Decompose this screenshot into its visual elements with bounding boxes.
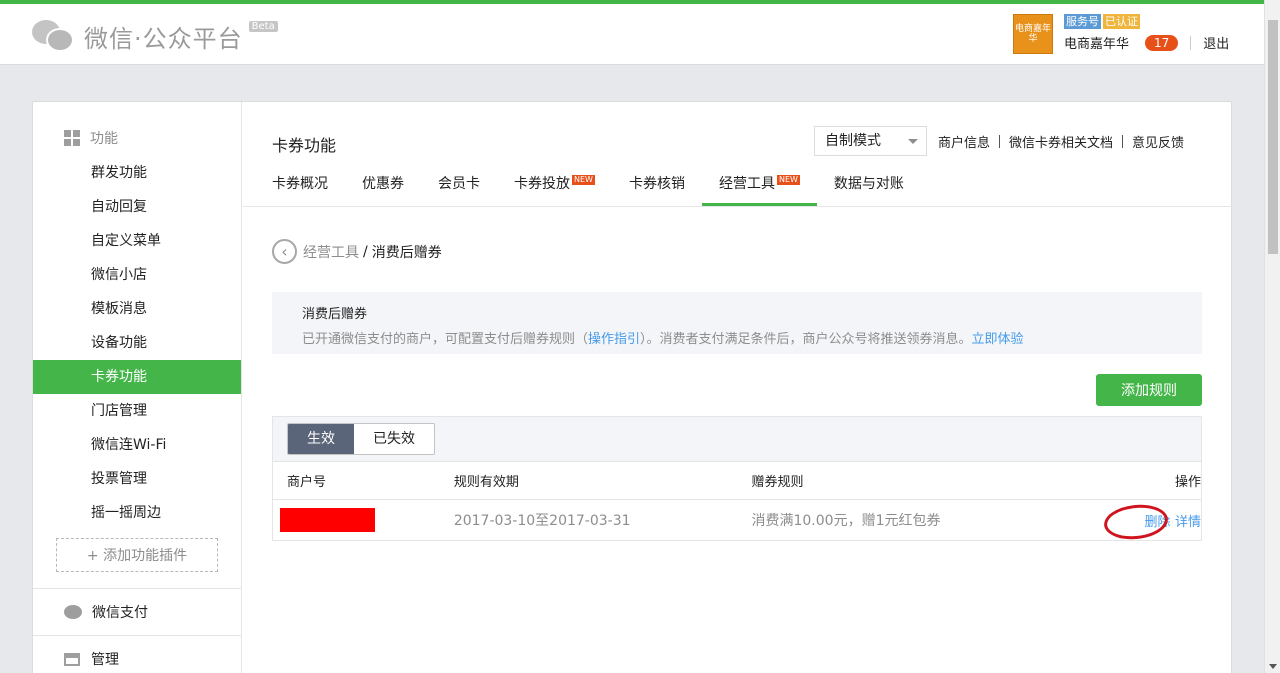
breadcrumb-separator: / (363, 243, 368, 260)
header-divider (1190, 35, 1192, 50)
breadcrumb: ‹ 经营工具 / 消费后赠券 (272, 239, 442, 264)
tab-coupons[interactable]: 优惠券 (345, 166, 421, 206)
scroll-down-arrow-icon[interactable] (1269, 664, 1277, 669)
wechat-logo[interactable]: 微信·公众平台 Beta (32, 18, 278, 54)
col-actions: 操作 (1174, 475, 1201, 490)
col-validity: 规则有效期 (453, 475, 519, 490)
card-docs-link[interactable]: 微信卡券相关文档 (1009, 132, 1113, 151)
wechat-pay-icon (64, 605, 82, 619)
add-rule-button[interactable]: 添加规则 (1096, 374, 1202, 406)
table-row: 2017-03-10至2017-03-31 消费满10.00元，赠1元红包券 删… (273, 500, 1201, 540)
sidebar-item-device[interactable]: 设备功能 (33, 326, 241, 360)
filter-active[interactable]: 生效 (288, 424, 354, 454)
sidebar-item-vote[interactable]: 投票管理 (33, 462, 241, 496)
tab-distribution[interactable]: 卡券投放 NEW (497, 166, 612, 206)
cell-validity: 2017-03-10至2017-03-31 (453, 513, 631, 529)
breadcrumb-current: 消费后赠券 (371, 244, 442, 261)
sidebar-section-label: 功能 (90, 131, 118, 147)
scrollbar-thumb[interactable] (1268, 20, 1278, 254)
sidebar-item-cards[interactable]: 卡券功能 (33, 360, 241, 394)
account-area: 电商嘉年华 服务号 已认证 电商嘉年华 17 退出 (1013, 14, 1229, 54)
logout-link[interactable]: 退出 (1203, 33, 1229, 52)
guide-link[interactable]: 操作指引 (588, 332, 640, 347)
sidebar-section-manage[interactable]: 管理 (33, 636, 241, 673)
sidebar-item-custom-menu[interactable]: 自定义菜单 (33, 224, 241, 258)
info-description: 已开通微信支付的商户，可配置支付后赠券规则（操作指引）。消费者支付满足条件后，商… (302, 332, 1024, 347)
sidebar-item-stores[interactable]: 门店管理 (33, 394, 241, 428)
redacted-merchant-id (280, 508, 375, 532)
filter-expired[interactable]: 已失效 (354, 424, 434, 454)
sidebar-item-wechat-store[interactable]: 微信小店 (33, 258, 241, 292)
tab-business-tools[interactable]: 经营工具 NEW (701, 166, 817, 206)
sidebar-item-shake[interactable]: 摇一摇周边 (33, 496, 241, 530)
notification-badge[interactable]: 17 (1145, 34, 1179, 51)
tab-overview[interactable]: 卡券概况 (272, 166, 345, 206)
merchant-info-link[interactable]: 商户信息 (938, 132, 990, 151)
main-header: 卡券功能 自制模式 商户信息 微信卡券相关文档 意见反馈 卡券概况 优惠券 会员… (243, 102, 1232, 207)
info-title: 消费后赠券 (302, 307, 368, 322)
avatar[interactable]: 电商嘉年华 (1013, 14, 1053, 54)
chevron-down-icon (908, 139, 918, 144)
sidebar-section-functions: 功能 (33, 120, 241, 156)
sidebar: 功能 群发功能 自动回复 自定义菜单 微信小店 模板消息 设备功能 卡券功能 门… (33, 102, 242, 673)
sidebar-pay-label: 微信支付 (92, 605, 148, 621)
beta-badge: Beta (248, 20, 278, 32)
mode-dropdown[interactable]: 自制模式 (814, 126, 927, 156)
verified-tag: 已认证 (1103, 14, 1140, 29)
top-header: 微信·公众平台 Beta 电商嘉年华 服务号 已认证 电商嘉年华 17 退出 (0, 4, 1264, 65)
back-arrow-icon[interactable]: ‹ (272, 239, 297, 264)
try-now-link[interactable]: 立即体验 (972, 332, 1024, 347)
add-plugin-button[interactable]: + 添加功能插件 (56, 538, 218, 572)
cell-rule: 消费满10.00元，赠1元红包券 (751, 513, 941, 529)
mode-dropdown-value: 自制模式 (825, 133, 881, 149)
logo-text: 微信·公众平台 (84, 24, 243, 53)
new-badge: NEW (572, 175, 595, 185)
main-area: 卡券功能 自制模式 商户信息 微信卡券相关文档 意见反馈 卡券概况 优惠券 会员… (243, 102, 1232, 543)
feedback-link[interactable]: 意见反馈 (1132, 132, 1184, 151)
tab-redemption[interactable]: 卡券核销 (612, 166, 702, 206)
content-panel: 功能 群发功能 自动回复 自定义菜单 微信小店 模板消息 设备功能 卡券功能 门… (32, 101, 1232, 673)
service-account-tag: 服务号 (1064, 14, 1101, 29)
tab-data-reconciliation[interactable]: 数据与对账 (817, 166, 921, 206)
inbox-icon (64, 652, 80, 666)
info-box: 消费后赠券 已开通微信支付的商户，可配置支付后赠券规则（操作指引）。消费者支付满… (272, 292, 1202, 354)
sidebar-item-wifi[interactable]: 微信连Wi-Fi (33, 428, 241, 462)
tab-membership[interactable]: 会员卡 (421, 166, 497, 206)
sidebar-section-pay[interactable]: 微信支付 (33, 589, 241, 635)
top-links: 商户信息 微信卡券相关文档 意见反馈 (938, 132, 1184, 151)
grid-icon (64, 130, 80, 146)
breadcrumb-parent[interactable]: 经营工具 (303, 242, 359, 262)
status-segmented-control: 生效 已失效 (287, 423, 435, 455)
col-merchant-id: 商户号 (287, 475, 327, 490)
sidebar-manage-label: 管理 (91, 652, 119, 668)
table-header: 商户号 规则有效期 赠券规则 操作 (273, 462, 1201, 500)
new-badge: NEW (776, 175, 800, 185)
rules-table: 生效 已失效 商户号 规则有效期 赠券规则 操作 2017-03-10至2017… (272, 416, 1202, 541)
page-scrollbar[interactable] (1264, 0, 1280, 673)
card-tabs: 卡券概况 优惠券 会员卡 卡券投放 NEW 卡券核销 经营工具 NEW 数据与对账 (272, 166, 921, 206)
details-link[interactable]: 详情 (1175, 515, 1201, 530)
sidebar-item-auto-reply[interactable]: 自动回复 (33, 190, 241, 224)
sidebar-item-mass-send[interactable]: 群发功能 (33, 156, 241, 190)
filter-bar: 生效 已失效 (273, 417, 1201, 462)
page-title: 卡券功能 (272, 136, 337, 155)
account-name[interactable]: 电商嘉年华 (1064, 33, 1129, 52)
wechat-bubbles-icon (32, 18, 76, 54)
sidebar-item-template-msg[interactable]: 模板消息 (33, 292, 241, 326)
col-rule: 赠券规则 (751, 475, 804, 490)
